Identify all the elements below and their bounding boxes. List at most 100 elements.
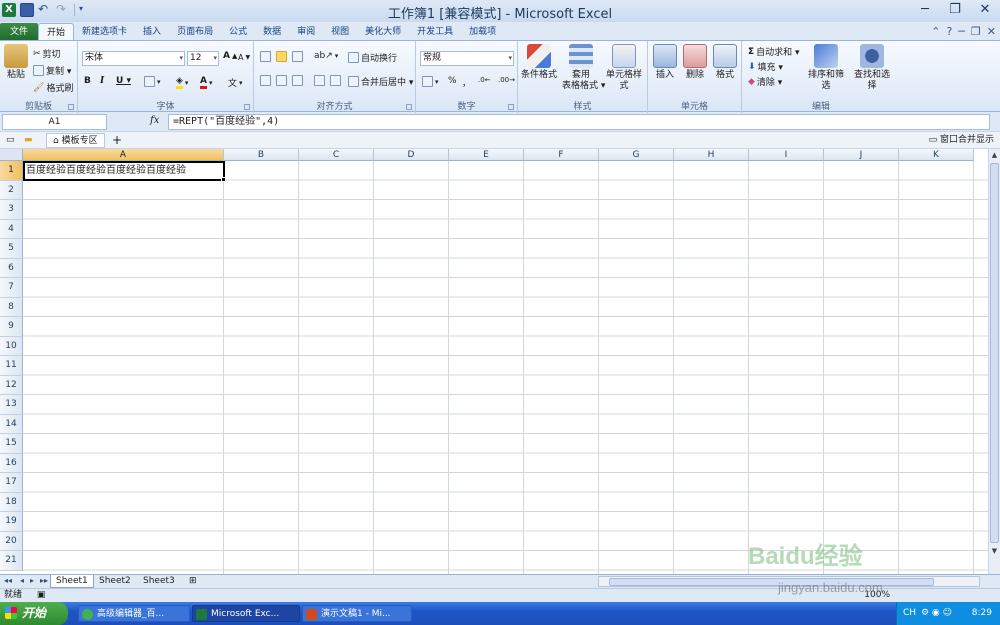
align-middle-button[interactable] — [276, 51, 287, 62]
horizontal-scrollbar[interactable] — [598, 576, 980, 587]
column-header-b[interactable]: B — [224, 149, 299, 161]
font-launcher-icon[interactable] — [244, 104, 250, 110]
decrease-indent-button[interactable] — [314, 75, 325, 86]
sheet-tab-sheet1[interactable]: Sheet1 — [50, 575, 94, 588]
row-header-9[interactable]: 9 — [0, 317, 23, 337]
tab-file[interactable]: 文件 — [0, 23, 39, 41]
tab-page-layout[interactable]: 页面布局 — [169, 23, 221, 41]
clear-button[interactable]: ◆ 清除 ▾ — [748, 75, 782, 89]
paste-button[interactable]: 粘贴 — [4, 44, 28, 81]
delete-cells-button[interactable]: 删除 — [682, 44, 708, 81]
scroll-down-arrow-icon[interactable]: ▼ — [989, 545, 1000, 557]
column-header-f[interactable]: F — [524, 149, 599, 161]
comma-button[interactable]: ， — [462, 76, 471, 89]
row-header-15[interactable]: 15 — [0, 434, 23, 454]
row-header-4[interactable]: 4 — [0, 219, 23, 239]
tray-icons[interactable]: ⚙ ◉ ☺ — [921, 602, 952, 625]
tab-developer[interactable]: 开发工具 — [409, 23, 461, 41]
align-center-button[interactable] — [276, 75, 287, 86]
percent-button[interactable]: % — [448, 76, 457, 86]
folder-icon[interactable]: ▬ — [24, 133, 33, 148]
row-header-14[interactable]: 14 — [0, 414, 23, 434]
column-header-c[interactable]: C — [299, 149, 374, 161]
increase-indent-button[interactable] — [330, 75, 341, 86]
row-header-13[interactable]: 13 — [0, 395, 23, 415]
select-all-corner[interactable] — [0, 149, 23, 161]
column-header-a[interactable]: A — [23, 149, 224, 161]
cell-styles-button[interactable]: 单元格样式 — [602, 44, 646, 92]
shrink-font-button[interactable]: A ▼ — [238, 53, 250, 62]
number-format-select[interactable]: 常规 ▾ — [420, 51, 514, 66]
row-header-19[interactable]: 19 — [0, 512, 23, 532]
tab-insert[interactable]: 插入 — [135, 23, 169, 41]
autosum-button[interactable]: Σ 自动求和 ▾ — [748, 45, 800, 59]
doc-minimize-icon[interactable]: ─ — [958, 25, 965, 38]
row-header-16[interactable]: 16 — [0, 453, 23, 473]
tab-addins[interactable]: 加载项 — [461, 23, 504, 41]
clock[interactable]: 8:29 — [972, 602, 992, 625]
tab-new[interactable]: 新建选项卡 — [74, 23, 135, 41]
row-header-2[interactable]: 2 — [0, 180, 23, 200]
row-header-7[interactable]: 7 — [0, 278, 23, 298]
formula-input[interactable]: =REPT("百度经验",4) — [168, 114, 990, 130]
italic-button[interactable]: I — [100, 76, 104, 86]
format-painter-button[interactable]: 🖌 格式刷 — [33, 81, 73, 95]
next-sheet-icon[interactable]: ▸ — [30, 576, 34, 585]
tab-home[interactable]: 开始 — [38, 23, 75, 41]
alignment-launcher-icon[interactable] — [406, 104, 412, 110]
start-button[interactable]: 开始 — [0, 602, 68, 625]
column-header-h[interactable]: H — [674, 149, 749, 161]
clipboard-launcher-icon[interactable] — [68, 104, 74, 110]
fill-color-button[interactable]: ◈ ▾ — [176, 76, 188, 89]
minimize-button[interactable]: ─ — [910, 0, 940, 20]
window-merge-toggle[interactable]: ▭ 窗口合并显示 — [929, 133, 994, 148]
macro-record-icon[interactable]: ▣ — [37, 590, 46, 600]
tab-formulas[interactable]: 公式 — [221, 23, 255, 41]
column-header-j[interactable]: J — [824, 149, 899, 161]
copy-button[interactable]: 复制 ▾ — [33, 64, 71, 77]
add-tab-button[interactable]: + — [112, 133, 122, 148]
row-header-1[interactable]: 1 — [0, 161, 23, 181]
last-sheet-icon[interactable]: ▸▸ — [40, 576, 48, 585]
sheet-tab-sheet3[interactable]: Sheet3 — [138, 575, 180, 588]
align-left-button[interactable] — [260, 75, 271, 86]
close-button[interactable]: ✕ — [970, 0, 1000, 20]
decrease-decimal-button[interactable]: .00→ — [498, 76, 515, 84]
tab-review[interactable]: 审阅 — [289, 23, 323, 41]
cut-button[interactable]: ✂ 剪切 — [33, 47, 61, 61]
tab-view[interactable]: 视图 — [323, 23, 357, 41]
taskbar-item-powerpoint[interactable]: 演示文稿1 - Mi... — [302, 605, 412, 622]
input-language[interactable]: CH — [903, 602, 916, 625]
increase-decimal-button[interactable]: .0← — [478, 76, 491, 84]
align-bottom-button[interactable] — [292, 51, 303, 62]
vertical-scroll-thumb[interactable] — [990, 163, 999, 543]
row-header-10[interactable]: 10 — [0, 336, 23, 356]
horizontal-scroll-thumb[interactable] — [609, 578, 934, 586]
row-header-5[interactable]: 5 — [0, 239, 23, 259]
merge-center-button[interactable]: 合并后居中 ▾ — [348, 75, 413, 88]
tab-data[interactable]: 数据 — [255, 23, 289, 41]
conditional-formatting-button[interactable]: 条件格式 — [520, 44, 558, 81]
format-as-table-button[interactable]: 套用 表格格式 ▾ — [562, 44, 605, 92]
spreadsheet-grid[interactable]: ABCDEFGHIJK 1 2 3 4 5 6 7 8 9 10 11 12 13 14 15 16 17 18 1… — [0, 149, 988, 574]
row-header-3[interactable]: 3 — [0, 200, 23, 220]
fill-button[interactable]: ⬇ 填充 ▾ — [748, 60, 783, 74]
prev-sheet-icon[interactable]: ◂ — [20, 576, 24, 585]
fill-handle[interactable] — [221, 177, 226, 182]
wrap-text-button[interactable]: 自动换行 — [348, 51, 397, 64]
orientation-button[interactable]: ab↗ ▾ — [314, 51, 338, 61]
insert-function-button[interactable]: fx — [150, 115, 159, 126]
font-color-button[interactable]: A ▾ — [200, 76, 212, 89]
cell-a1[interactable]: 百度经验百度经验百度经验百度经验 — [23, 161, 225, 181]
format-cells-button[interactable]: 格式 — [712, 44, 738, 81]
grow-font-button[interactable]: A ▲ — [223, 51, 237, 61]
scroll-up-arrow-icon[interactable]: ▲ — [989, 149, 1000, 161]
align-right-button[interactable] — [292, 75, 303, 86]
column-header-d[interactable]: D — [374, 149, 449, 161]
row-header-6[interactable]: 6 — [0, 258, 23, 278]
find-select-button[interactable]: 查找和选择 — [850, 44, 894, 92]
new-doc-icon[interactable]: ▭ — [6, 133, 15, 148]
row-header-11[interactable]: 11 — [0, 356, 23, 376]
phonetic-button[interactable]: 文 ▾ — [228, 76, 243, 90]
column-header-i[interactable]: I — [749, 149, 824, 161]
